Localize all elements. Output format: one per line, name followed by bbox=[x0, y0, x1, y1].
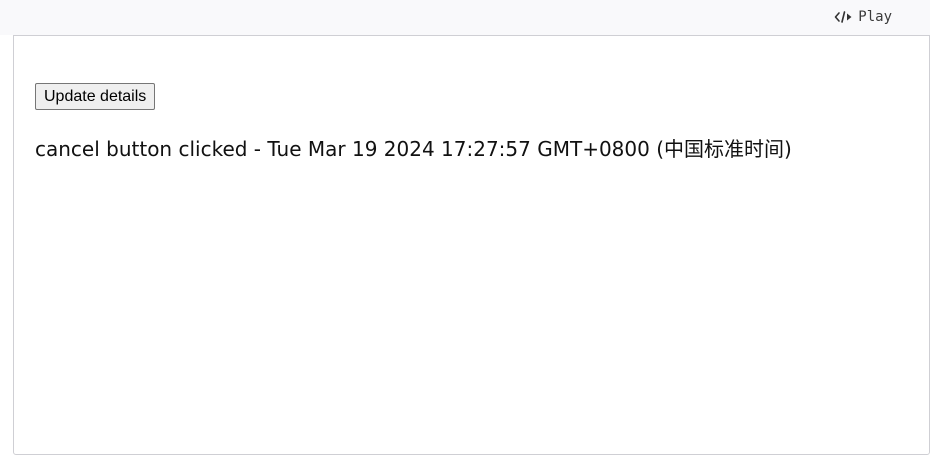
play-label: Play bbox=[858, 9, 892, 25]
example-toolbar: Play bbox=[0, 0, 930, 35]
page: Play Update details cancel button clicke… bbox=[0, 0, 938, 472]
output-frame: Update details cancel button clicked - T… bbox=[13, 35, 930, 455]
play-button[interactable]: Play bbox=[834, 8, 892, 26]
code-play-icon bbox=[834, 9, 854, 25]
status-message: cancel button clicked - Tue Mar 19 2024 … bbox=[35, 137, 792, 161]
update-details-button[interactable]: Update details bbox=[35, 83, 156, 110]
